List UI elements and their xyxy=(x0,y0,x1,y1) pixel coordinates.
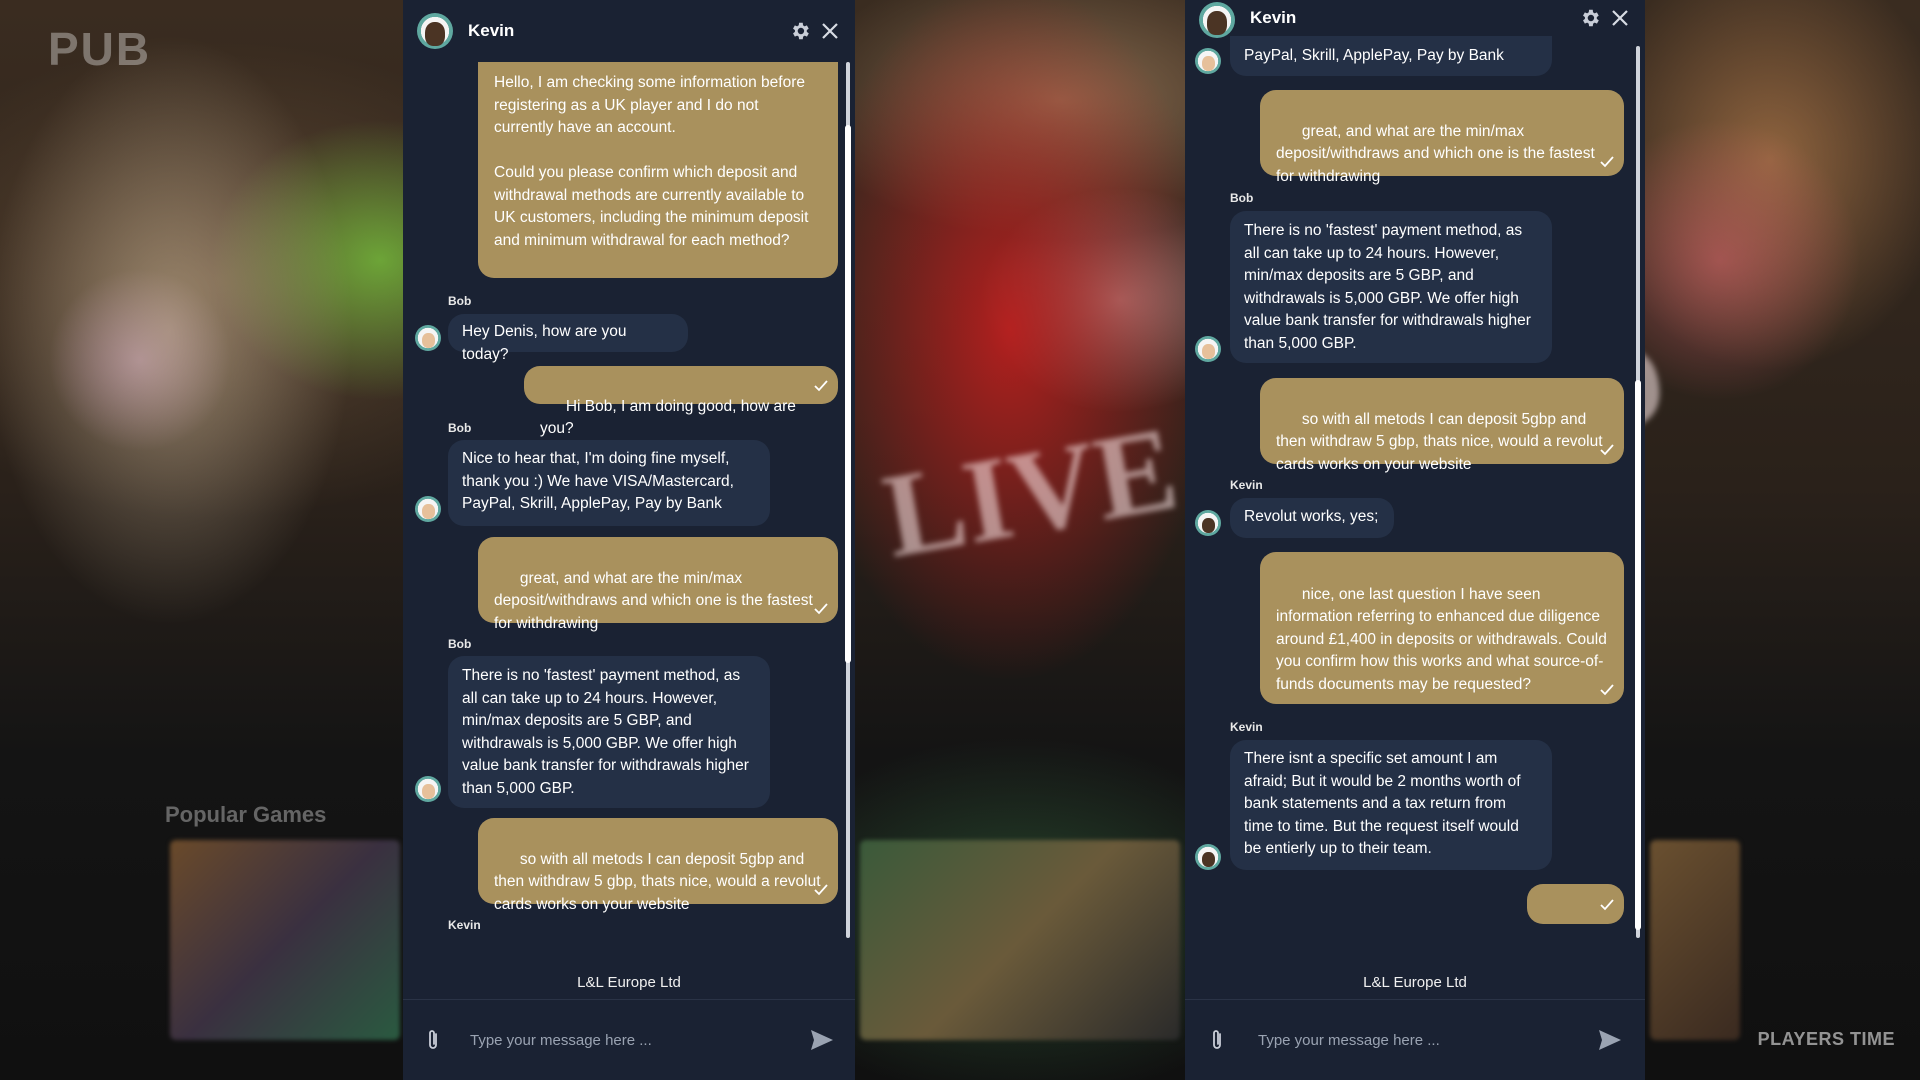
agent-avatar xyxy=(417,13,453,49)
message-input-bar xyxy=(1185,999,1645,1080)
read-check-icon xyxy=(1600,684,1614,696)
sender-name: Kevin xyxy=(1230,478,1263,492)
agent-avatar-small xyxy=(1195,48,1221,74)
message-text: so with all metods I can deposit 5gbp an… xyxy=(494,850,825,913)
agent-avatar-small xyxy=(415,496,441,522)
message-text: great, and what are the min/max deposit/… xyxy=(494,569,818,632)
message-text: great, and what are the min/max deposit/… xyxy=(1276,122,1600,185)
agent-avatar-small xyxy=(1195,510,1221,536)
background-logo: PUB xyxy=(48,23,152,75)
send-icon[interactable] xyxy=(1595,1025,1625,1055)
sender-name: Bob xyxy=(1230,191,1254,205)
message-input[interactable] xyxy=(1256,1030,1583,1050)
agent-message: PayPal, Skrill, ApplePay, Pay by Bank xyxy=(1230,36,1552,76)
sender-name: Bob xyxy=(448,294,472,308)
user-message: Hi Bob, I am doing good, how are you? xyxy=(524,366,838,437)
chat-window-left: Kevin Hello, I am checking some informat… xyxy=(403,0,855,1080)
chat-header: Kevin xyxy=(403,0,855,62)
agent-avatar-small xyxy=(1195,336,1221,362)
message-list: Hello, I am checking some information be… xyxy=(403,62,855,938)
user-message: great, and what are the min/max deposit/… xyxy=(1260,90,1624,185)
background-section-title: Popular Games xyxy=(165,802,327,827)
read-check-icon xyxy=(1600,444,1614,456)
sender-name: Bob xyxy=(448,421,472,435)
sender-name: Kevin xyxy=(1230,720,1263,734)
agent-message: Revolut works, yes; xyxy=(1230,498,1394,538)
user-message: thanks xyxy=(1527,884,1624,924)
read-check-icon xyxy=(814,603,828,615)
read-check-icon xyxy=(1600,156,1614,168)
agent-message: Hey Denis, how are you today? xyxy=(448,314,688,363)
sender-name: Bob xyxy=(448,637,472,651)
chat-window-right: Kevin PayPal, Skrill, ApplePay, Pay by B… xyxy=(1185,0,1645,1080)
background-game-tile xyxy=(170,840,400,1040)
agent-message: Nice to hear that, I'm doing fine myself… xyxy=(448,440,770,526)
message-input-bar xyxy=(403,999,855,1080)
user-message: so with all metods I can deposit 5gbp an… xyxy=(1260,378,1624,473)
sender-name: Kevin xyxy=(448,918,481,932)
chat-header: Kevin xyxy=(1185,0,1645,38)
agent-avatar-small xyxy=(415,776,441,802)
agent-message: There is no 'fastest' payment method, as… xyxy=(1230,211,1552,363)
close-icon[interactable] xyxy=(1605,3,1635,33)
agent-name: Kevin xyxy=(468,21,515,40)
agent-message: There is no 'fastest' payment method, as… xyxy=(448,656,770,808)
user-message: nice, one last question I have seen info… xyxy=(1260,552,1624,704)
read-check-icon xyxy=(814,380,828,392)
close-icon[interactable] xyxy=(815,16,845,46)
send-icon[interactable] xyxy=(807,1025,837,1055)
user-message: Hello, I am checking some information be… xyxy=(478,62,838,278)
gear-icon[interactable] xyxy=(1575,3,1605,33)
company-name: L&L Europe Ltd xyxy=(1363,974,1467,991)
agent-name: Kevin xyxy=(1250,8,1297,27)
agent-message: There isnt a specific set amount I am af… xyxy=(1230,740,1552,870)
paperclip-icon[interactable] xyxy=(418,1025,448,1055)
message-text: nice, one last question I have seen info… xyxy=(1276,585,1612,693)
read-check-icon xyxy=(814,884,828,896)
user-message: so with all metods I can deposit 5gbp an… xyxy=(478,818,838,913)
agent-avatar-small xyxy=(415,325,441,351)
paperclip-icon[interactable] xyxy=(1202,1025,1232,1055)
players-time-watermark: PLAYERS TIME xyxy=(1757,1029,1895,1049)
agent-avatar xyxy=(1199,2,1235,38)
message-list: PayPal, Skrill, ApplePay, Pay by Bank gr… xyxy=(1185,36,1645,938)
message-text: so with all metods I can deposit 5gbp an… xyxy=(1276,410,1607,473)
message-text: Hi Bob, I am doing good, how are you? xyxy=(540,397,801,438)
user-message: great, and what are the min/max deposit/… xyxy=(478,537,838,632)
company-name: L&L Europe Ltd xyxy=(577,974,681,991)
read-check-icon xyxy=(1600,899,1614,911)
background-game-tile xyxy=(1650,840,1740,1040)
gear-icon[interactable] xyxy=(785,16,815,46)
background-game-tile xyxy=(860,840,1180,1040)
agent-avatar-small xyxy=(1195,844,1221,870)
message-input[interactable] xyxy=(468,1030,795,1050)
